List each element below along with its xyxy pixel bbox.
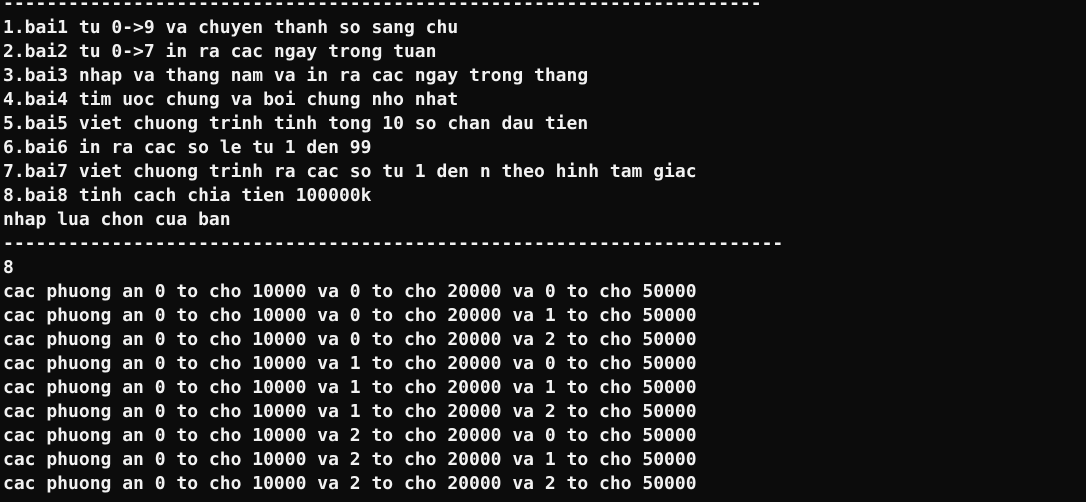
choice-prompt: nhap lua chon cua ban xyxy=(3,209,231,230)
separator-line-top: ----------------------------------------… xyxy=(3,0,762,14)
output-line: cac phuong an 0 to cho 10000 va 0 to cho… xyxy=(3,305,697,326)
menu-item-bai6: 6.bai6 in ra cac so le tu 1 den 99 xyxy=(3,137,372,158)
menu-list: 1.bai1 tu 0->9 va chuyen thanh so sang c… xyxy=(3,16,1086,208)
menu-item-bai3: 3.bai3 nhap va thang nam va in ra cac ng… xyxy=(3,65,589,86)
menu-item-bai2: 2.bai2 tu 0->7 in ra cac ngay trong tuan xyxy=(3,41,437,62)
menu-item-bai4: 4.bai4 tim uoc chung va boi chung nho nh… xyxy=(3,89,459,110)
output-list: cac phuong an 0 to cho 10000 va 0 to cho… xyxy=(3,280,1086,496)
menu-item-bai7: 7.bai7 viet chuong trinh ra cac so tu 1 … xyxy=(3,161,697,182)
menu-item-bai8: 8.bai8 tinh cach chia tien 100000k xyxy=(3,185,372,206)
menu-item-bai1: 1.bai1 tu 0->9 va chuyen thanh so sang c… xyxy=(3,17,459,38)
output-line: cac phuong an 0 to cho 10000 va 1 to cho… xyxy=(3,401,697,422)
output-line: cac phuong an 0 to cho 10000 va 0 to cho… xyxy=(3,281,697,302)
output-line: cac phuong an 0 to cho 10000 va 1 to cho… xyxy=(3,353,697,374)
output-line: cac phuong an 0 to cho 10000 va 1 to cho… xyxy=(3,377,697,398)
output-line: cac phuong an 0 to cho 10000 va 0 to cho… xyxy=(3,329,697,350)
separator-line-bottom: ----------------------------------------… xyxy=(3,233,784,254)
output-line: cac phuong an 0 to cho 10000 va 2 to cho… xyxy=(3,425,697,446)
output-line: cac phuong an 0 to cho 10000 va 2 to cho… xyxy=(3,473,697,494)
user-input-line[interactable]: 8 xyxy=(3,256,1086,280)
console-window[interactable]: ----------------------------------------… xyxy=(0,0,1086,502)
menu-item-bai5: 5.bai5 viet chuong trinh tinh tong 10 so… xyxy=(3,113,589,134)
output-line: cac phuong an 0 to cho 10000 va 2 to cho… xyxy=(3,449,697,470)
